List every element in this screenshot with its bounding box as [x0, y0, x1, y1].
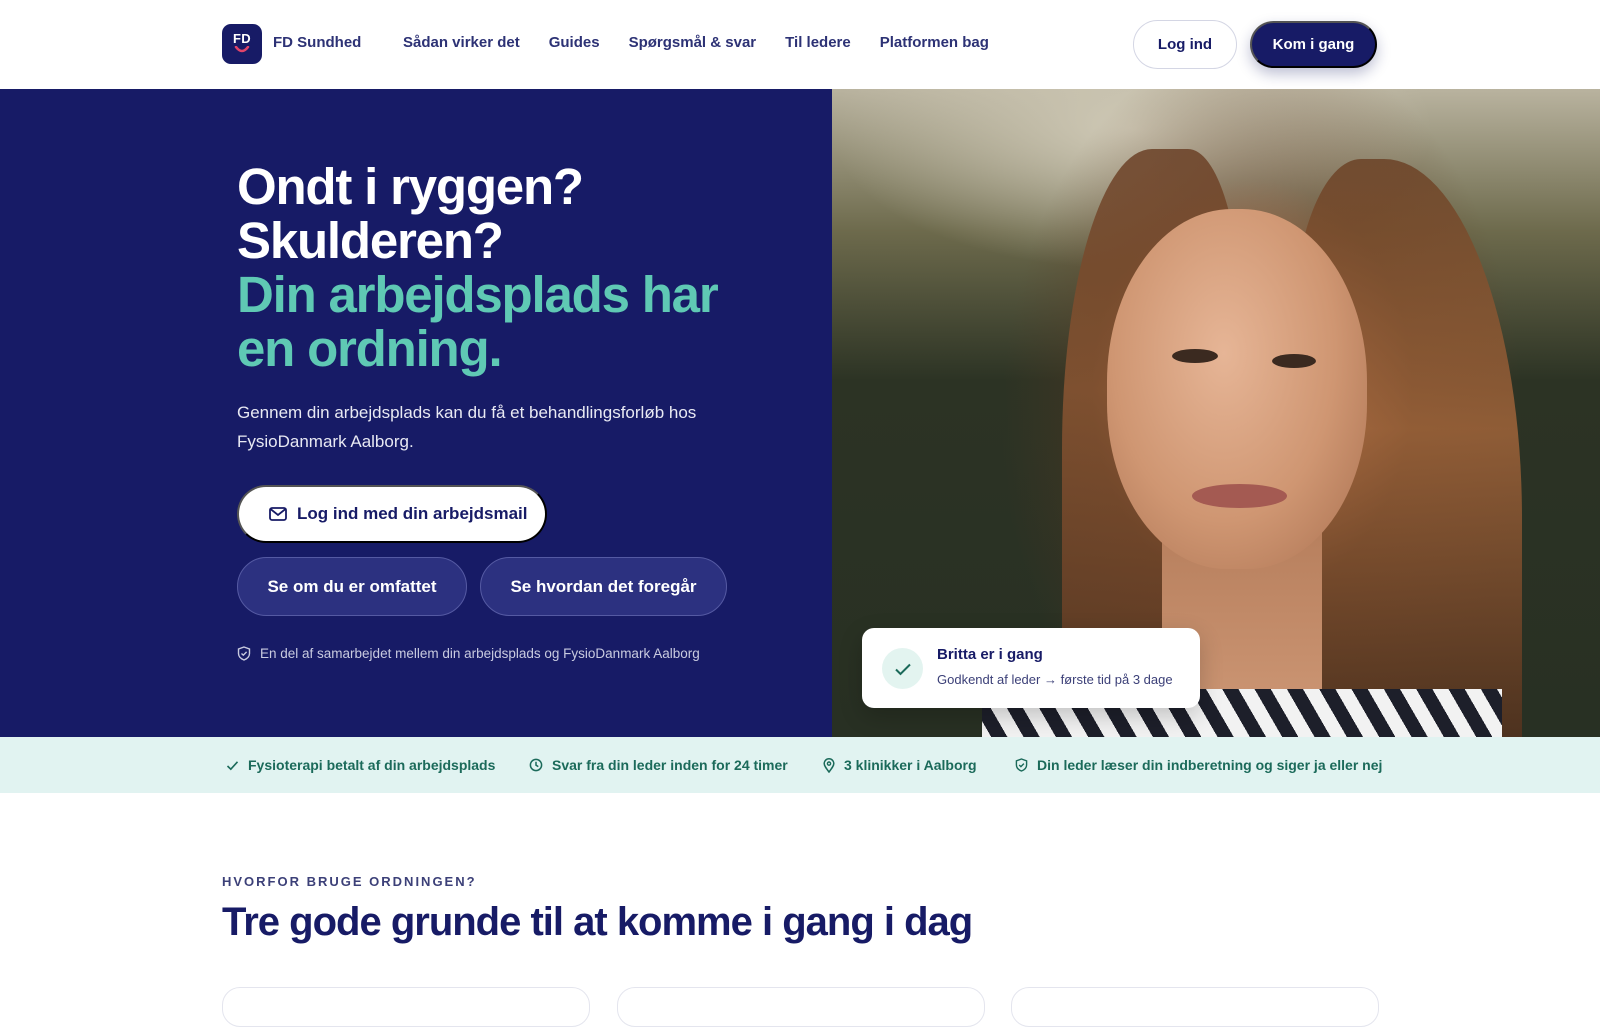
status-card: Britta er i gang Godkendt af leder → før…	[862, 628, 1200, 708]
benefit-item-manager: Din leder læser din indberetning og sige…	[1015, 757, 1382, 773]
status-check-badge	[882, 648, 923, 689]
check-icon	[226, 760, 239, 770]
hero-title-line-3: Din arbejdsplads har	[237, 266, 719, 323]
nav-for-managers[interactable]: Til ledere	[785, 34, 851, 51]
hero-title-line-2: Skulderen?	[237, 212, 504, 269]
benefit-item-clinics: 3 klinikker i Aalborg	[823, 757, 977, 773]
login-button[interactable]: Log ind	[1133, 20, 1237, 69]
brand-name[interactable]: FD Sundhed	[273, 34, 361, 51]
reason-card-1	[222, 987, 590, 1027]
benefit-item-paid: Fysioterapi betalt af din arbejdsplads	[226, 757, 495, 773]
hero-title-line-4: en ordning.	[237, 320, 503, 377]
nav-faq[interactable]: Spørgsmål & svar	[629, 34, 757, 51]
site-header: FD FD Sundhed Sådan virker det Guides Sp…	[0, 0, 1600, 89]
get-started-button[interactable]: Kom i gang	[1250, 21, 1377, 68]
login-with-work-email-button[interactable]: Log ind med din arbejdsmail	[237, 485, 547, 543]
nav-how-it-works[interactable]: Sådan virker det	[403, 34, 520, 51]
benefit-label-manager: Din leder læser din indberetning og sige…	[1037, 757, 1383, 773]
reason-card-2	[617, 987, 985, 1027]
smile-icon	[234, 46, 250, 53]
status-text: Godkendt af leder → første tid på 3 dage	[937, 672, 1173, 687]
photo-lips	[1192, 484, 1287, 508]
clock-icon	[529, 758, 543, 772]
nav-guides[interactable]: Guides	[549, 34, 600, 51]
nav-platform[interactable]: Platformen bag	[880, 34, 989, 51]
see-how-it-works-button[interactable]: Se hvordan det foregår	[480, 557, 727, 616]
reason-card-3	[1011, 987, 1379, 1027]
main-nav: Sådan virker det Guides Spørgsmål & svar…	[403, 34, 1018, 51]
logo-text: FD	[233, 31, 251, 46]
hero-title-line-1: Ondt i ryggen?	[237, 158, 584, 215]
logo[interactable]: FD	[222, 24, 262, 64]
benefits-strip: Fysioterapi betalt af din arbejdsplads S…	[0, 737, 1600, 793]
benefit-label-response: Svar fra din leder inden for 24 timer	[552, 757, 788, 773]
login-with-work-email-label: Log ind med din arbejdsmail	[297, 504, 528, 523]
benefit-item-response: Svar fra din leder inden for 24 timer	[529, 757, 788, 773]
location-pin-icon	[823, 757, 835, 773]
mail-icon	[269, 507, 287, 521]
shield-check-icon	[237, 646, 251, 661]
photo-eye-left	[1172, 349, 1218, 363]
status-title: Britta er i gang	[937, 646, 1043, 663]
reasons-kicker: HVORFOR BRUGE ORDNINGEN?	[222, 874, 477, 889]
hero-subtitle: Gennem din arbejdsplads kan du få et beh…	[237, 403, 697, 451]
check-icon	[894, 663, 911, 675]
shield-icon	[1015, 758, 1028, 772]
reasons-title: Tre gode grunde til at komme i gang i da…	[222, 900, 973, 944]
benefit-label-paid: Fysioterapi betalt af din arbejdsplads	[248, 757, 496, 773]
check-coverage-button[interactable]: Se om du er omfattet	[237, 557, 467, 616]
photo-eye-right	[1272, 354, 1316, 368]
trust-note-text: En del af samarbejdet mellem din arbejds…	[260, 646, 700, 661]
hero-title: Ondt i ryggen? Skulderen? Din arbejdspla…	[237, 160, 757, 376]
benefit-label-clinics: 3 klinikker i Aalborg	[844, 757, 977, 773]
photo-face	[1107, 209, 1367, 569]
trust-note: En del af samarbejdet mellem din arbejds…	[237, 646, 700, 661]
